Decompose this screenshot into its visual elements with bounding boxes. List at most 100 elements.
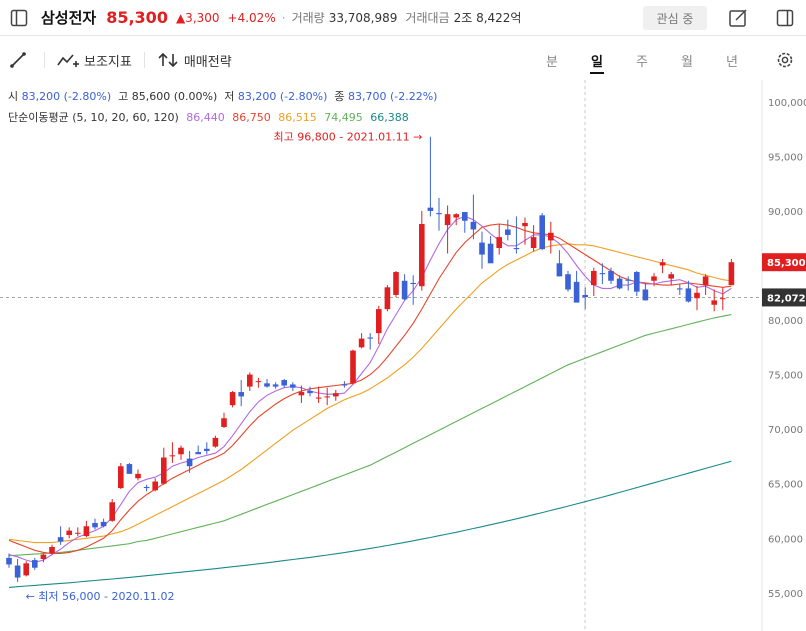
candle-body [66, 530, 72, 535]
ma60-line [8, 314, 732, 557]
candle [487, 236, 494, 264]
candle-body [169, 455, 176, 457]
candle [444, 205, 451, 254]
candle-body [281, 380, 287, 386]
candle [530, 225, 537, 252]
high-annotation: 최고 96,800 - 2021.01.11 → [274, 131, 423, 144]
candle [591, 267, 597, 297]
candle [49, 544, 55, 555]
candle-body [109, 502, 115, 521]
y-tick-label: 55,000 [768, 589, 803, 600]
candle-body [376, 309, 382, 334]
candle-body [75, 532, 81, 534]
candle-body [487, 243, 494, 264]
candle [376, 305, 382, 345]
candle-body [556, 263, 563, 277]
candle-body [307, 390, 313, 394]
candle [324, 387, 330, 406]
candle [135, 469, 141, 481]
candle-body [212, 437, 219, 447]
y-tick-label: 60,000 [768, 534, 803, 545]
candle-body [350, 350, 356, 384]
candle [143, 484, 150, 492]
candle-body [573, 281, 580, 303]
candle [178, 445, 184, 460]
candle [539, 213, 545, 251]
candle-body [57, 537, 64, 542]
candle-body [616, 278, 623, 289]
candle [118, 462, 124, 490]
candle-body [410, 282, 416, 285]
candle [720, 287, 726, 311]
candle [264, 378, 270, 388]
crosshair-price-tag-label: 82,072 [767, 293, 806, 304]
candle-body [436, 213, 442, 215]
candle [221, 412, 227, 429]
candle-body [634, 272, 640, 292]
candle-body [14, 565, 21, 578]
candle [255, 377, 262, 388]
candle-body [341, 384, 348, 386]
candle [272, 382, 279, 389]
candle [642, 282, 649, 301]
ma20-line [8, 243, 732, 544]
candle [711, 289, 717, 312]
candle-body [462, 212, 468, 221]
candle-body [608, 270, 614, 281]
candlestick-chart[interactable]: 55,00060,00065,00070,00075,00080,00085,0… [0, 0, 806, 631]
candle [384, 285, 391, 312]
y-tick-label: 100,000 [768, 98, 806, 109]
candle [195, 445, 201, 455]
candle-body [290, 384, 296, 388]
candle-body [728, 262, 735, 286]
candle-body [677, 288, 683, 290]
candle [419, 210, 425, 291]
candle [315, 386, 322, 403]
candle-body [100, 521, 107, 527]
candle [350, 349, 356, 385]
candle [548, 221, 554, 254]
candle [582, 287, 588, 310]
candle [565, 270, 571, 292]
candle-body [513, 248, 520, 250]
candle-body [694, 292, 700, 299]
candle-body [599, 273, 606, 275]
candle-body [496, 237, 502, 249]
candle-body [135, 473, 141, 479]
candle-body [505, 229, 511, 235]
candle-body [591, 270, 597, 286]
candle [333, 389, 339, 401]
candle-body [315, 397, 322, 399]
candle [66, 527, 72, 539]
candle [281, 378, 287, 388]
candle-body [40, 554, 47, 559]
candle-body [539, 215, 545, 250]
candle-body [685, 288, 692, 302]
candle-body [32, 560, 38, 568]
candle-body [152, 481, 158, 491]
candle [100, 518, 107, 528]
candle [169, 442, 176, 463]
candle-body [92, 522, 98, 528]
candle-body [367, 337, 373, 339]
candle-body [444, 214, 451, 226]
candle [410, 275, 416, 305]
y-tick-label: 90,000 [768, 207, 803, 218]
candle-body [659, 262, 666, 266]
candle-body [204, 448, 210, 451]
candle-body [530, 237, 537, 249]
y-tick-label: 80,000 [768, 316, 803, 327]
candle-body [143, 486, 150, 489]
candle [393, 270, 399, 298]
candle [479, 231, 485, 269]
candle [462, 212, 468, 233]
candle-body [427, 207, 434, 211]
candle-body [702, 276, 709, 286]
candle-body [238, 392, 244, 397]
candle-body [668, 274, 674, 279]
candle [126, 462, 133, 474]
candle-body [548, 232, 554, 241]
candle [186, 450, 193, 473]
candle-body [651, 276, 657, 281]
candle [505, 219, 511, 241]
